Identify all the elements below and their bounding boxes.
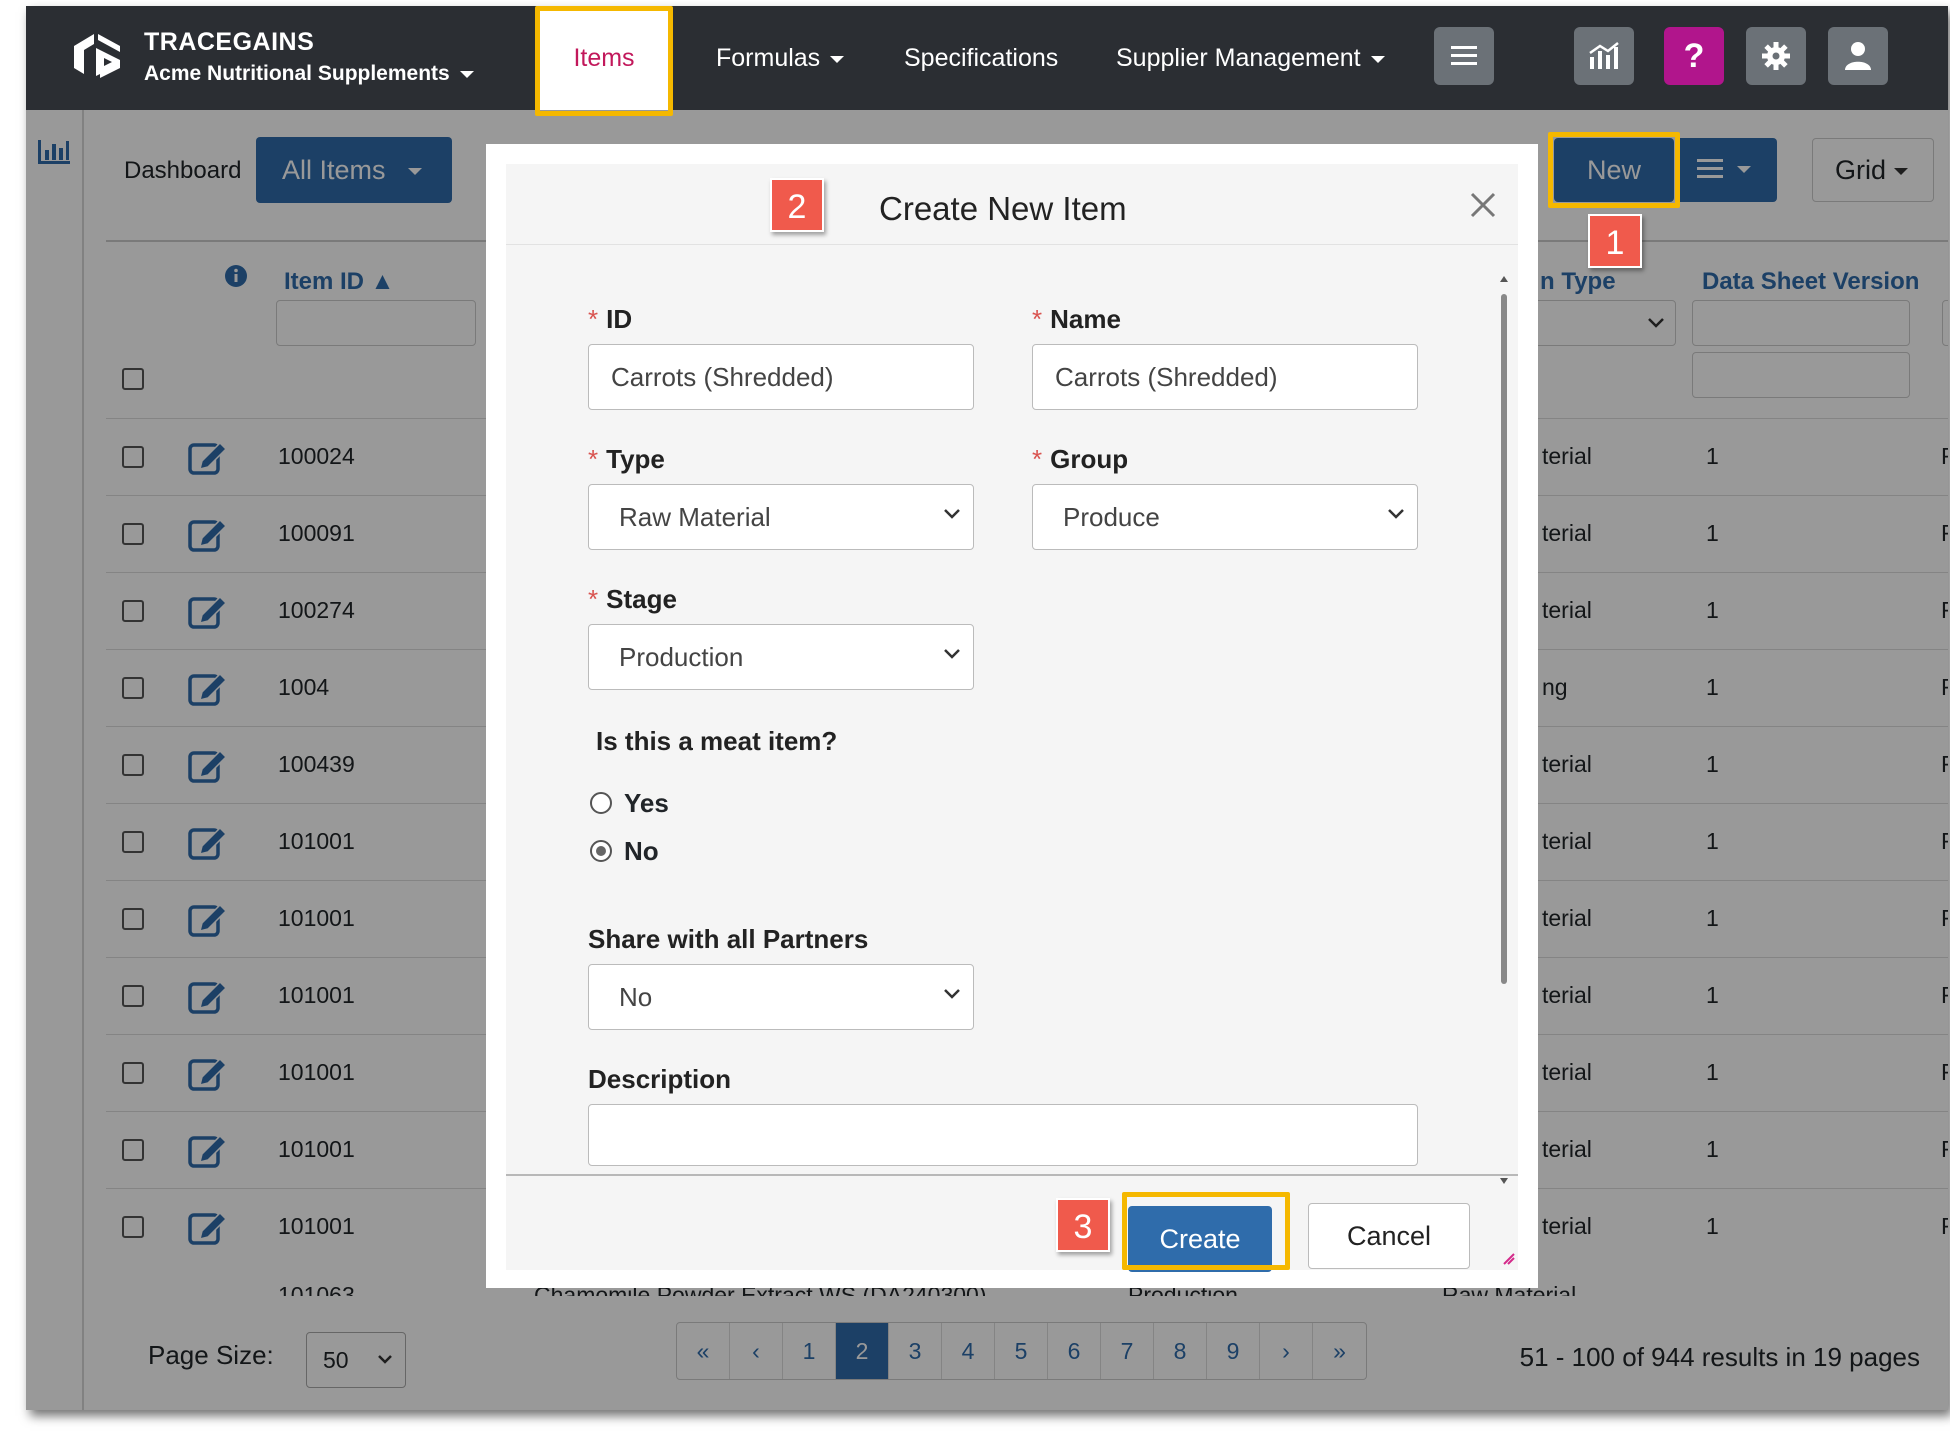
chevron-down-icon — [1388, 509, 1404, 519]
modal-scrollbar[interactable] — [1498, 272, 1510, 1188]
group-select[interactable]: Produce — [1032, 484, 1418, 550]
meat-yes-label[interactable]: Yes — [624, 788, 669, 819]
callout-1: 1 — [1588, 214, 1642, 268]
analytics-icon — [1589, 42, 1619, 69]
close-icon[interactable] — [1466, 188, 1500, 222]
chevron-down-icon — [1370, 55, 1385, 63]
chevron-down-icon — [830, 55, 845, 63]
brand-name: TRACEGAINS — [144, 28, 315, 56]
required-marker: * — [1032, 444, 1043, 474]
callout-2: 2 — [770, 178, 824, 232]
nav-supplier-management-label: Supplier Management — [1116, 44, 1361, 72]
name-input[interactable]: Carrots (Shredded) — [1032, 344, 1418, 410]
chevron-down-icon — [944, 989, 960, 999]
id-label: * ID — [588, 304, 632, 335]
meat-yes-radio[interactable] — [590, 792, 612, 814]
hamburger-menu-button[interactable] — [1434, 27, 1494, 85]
group-label: * Group — [1032, 444, 1128, 475]
share-select-value: No — [619, 982, 653, 1012]
gear-icon — [1762, 42, 1790, 70]
name-label-text: Name — [1050, 304, 1121, 334]
meat-no-radio[interactable] — [590, 840, 612, 862]
id-input[interactable]: Carrots (Shredded) — [588, 344, 974, 410]
modal-content: Create New Item * ID Carrots (Shredded) *… — [506, 164, 1518, 1272]
app-window: Dashboard All Items New Grid Item ID ▲ n… — [26, 6, 1948, 1410]
modal-title: Create New Item — [879, 190, 1127, 227]
modal-footer-divider — [506, 1174, 1518, 1176]
stage-select-value: Production — [619, 642, 744, 672]
create-button[interactable]: Create — [1128, 1206, 1272, 1272]
top-navbar: TRACEGAINS Acme Nutritional Supplements … — [26, 6, 1948, 110]
description-textarea[interactable] — [588, 1104, 1418, 1166]
description-label: Description — [588, 1064, 732, 1094]
stage-label-text: Stage — [606, 584, 677, 614]
resize-handle-icon[interactable] — [1502, 1252, 1516, 1266]
create-item-modal: Create New Item * ID Carrots (Shredded) *… — [486, 144, 1538, 1288]
user-button[interactable] — [1828, 27, 1888, 85]
share-label: Share with all Partners — [588, 924, 869, 954]
chevron-down-icon — [944, 649, 960, 659]
type-select[interactable]: Raw Material — [588, 484, 974, 550]
tracegains-logo-icon[interactable] — [70, 28, 124, 82]
meat-question: Is this a meat item? — [596, 726, 838, 756]
id-label-text: ID — [606, 304, 633, 334]
user-icon — [1845, 42, 1871, 70]
settings-button[interactable] — [1746, 27, 1806, 85]
share-select[interactable]: No — [588, 964, 974, 1030]
menu-icon — [1451, 46, 1477, 65]
group-label-text: Group — [1050, 444, 1129, 474]
chevron-down-icon — [944, 509, 960, 519]
type-label-text: Type — [606, 444, 665, 474]
nav-supplier-management[interactable]: Supplier Management — [1116, 6, 1385, 110]
required-marker: * — [588, 584, 599, 614]
required-marker: * — [588, 304, 599, 334]
stage-label: * Stage — [588, 584, 677, 615]
help-icon: ? — [1683, 37, 1705, 75]
org-switcher[interactable]: Acme Nutritional Supplements — [144, 62, 474, 86]
cancel-button[interactable]: Cancel — [1308, 1203, 1470, 1269]
meat-no-label[interactable]: No — [624, 836, 659, 867]
stage-select[interactable]: Production — [588, 624, 974, 690]
nav-formulas[interactable]: Formulas — [716, 6, 845, 110]
analytics-button[interactable] — [1574, 27, 1634, 85]
nav-items[interactable]: Items — [540, 6, 668, 110]
modal-header-divider — [506, 244, 1518, 245]
nav-specifications[interactable]: Specifications — [904, 6, 1058, 110]
required-marker: * — [588, 444, 599, 474]
help-button[interactable]: ? — [1664, 27, 1724, 85]
nav-formulas-label: Formulas — [716, 44, 821, 72]
callout-3: 3 — [1056, 1198, 1110, 1252]
chevron-down-icon — [459, 70, 474, 78]
required-marker: * — [1032, 304, 1043, 334]
group-select-value: Produce — [1063, 502, 1160, 532]
type-select-value: Raw Material — [619, 502, 771, 532]
name-label: * Name — [1032, 304, 1121, 335]
type-label: * Type — [588, 444, 665, 475]
org-name: Acme Nutritional Supplements — [144, 62, 450, 85]
